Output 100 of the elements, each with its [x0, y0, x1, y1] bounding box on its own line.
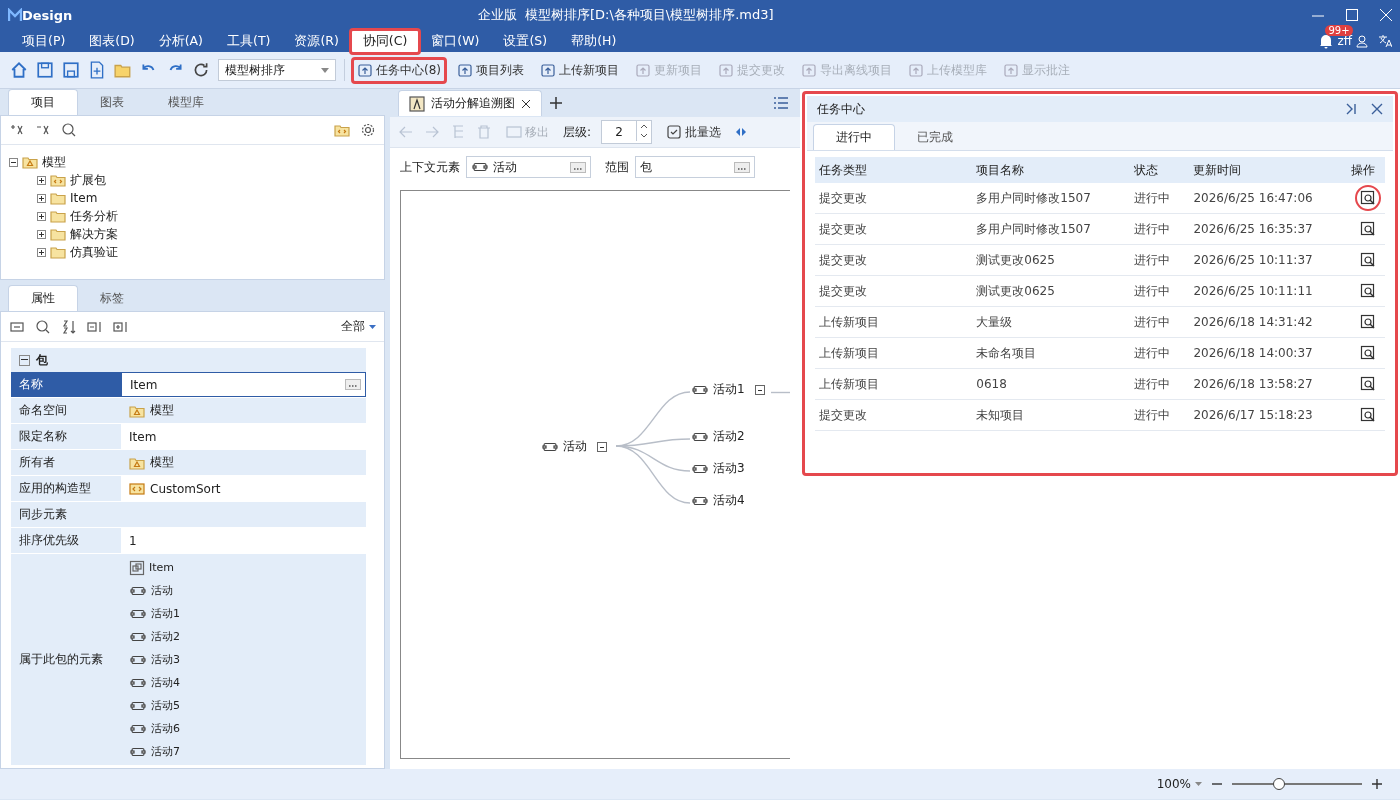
element-item[interactable]: Item: [129, 556, 180, 579]
table-cell: 大量级: [972, 306, 1130, 338]
table-cell: 提交更改: [815, 183, 973, 214]
menu-item[interactable]: 分析(A): [146, 29, 215, 53]
search-icon[interactable]: [61, 122, 77, 138]
pin-icon[interactable]: [1345, 103, 1357, 115]
menu-item[interactable]: 设置(S): [491, 29, 560, 53]
zoom-slider[interactable]: [1232, 777, 1362, 791]
zoom-dropdown[interactable]: 100%: [1156, 777, 1191, 791]
collapse-icon[interactable]: [19, 354, 30, 366]
name-field[interactable]: Item: [121, 372, 366, 397]
bell-icon[interactable]: [1319, 33, 1334, 49]
save-all-icon[interactable]: [62, 61, 80, 79]
refresh-icon[interactable]: [192, 61, 210, 79]
document-tab[interactable]: 活动分解追溯图: [398, 90, 542, 116]
level-label: 层级:: [563, 123, 592, 141]
translate-icon[interactable]: [1378, 34, 1392, 48]
context-field[interactable]: 活动: [466, 156, 591, 178]
panel-tab[interactable]: 模型库: [146, 90, 226, 115]
home-icon[interactable]: [10, 61, 28, 79]
activity-node[interactable]: 活动1: [691, 381, 765, 398]
tab[interactable]: 已完成: [895, 125, 975, 150]
panel-tab[interactable]: 图表: [78, 90, 146, 115]
close-icon[interactable]: [521, 98, 531, 109]
dropdown-caret-icon[interactable]: [321, 67, 329, 73]
scroll-arrows-icon[interactable]: [735, 127, 748, 137]
element-item[interactable]: 活动7: [129, 740, 180, 763]
activity-node[interactable]: 活动3: [691, 460, 745, 477]
project-dropdown[interactable]: 模型树排序: [218, 59, 336, 81]
group-header[interactable]: 包: [11, 348, 366, 372]
element-item[interactable]: 活动6: [129, 717, 180, 740]
add-tab-icon[interactable]: [550, 97, 562, 109]
panel-tab[interactable]: 属性: [8, 285, 78, 311]
folder-icon: [50, 190, 66, 206]
browse-button[interactable]: [345, 379, 361, 390]
new-file-icon[interactable]: [88, 61, 106, 79]
user-name[interactable]: zff: [1337, 34, 1352, 48]
batch-select-button[interactable]: 批量选: [662, 120, 726, 144]
property-name: 命名空间: [11, 398, 121, 423]
browse-button[interactable]: [570, 161, 586, 173]
tree-label: 任务分析: [70, 207, 118, 225]
maximize-icon[interactable]: [1346, 9, 1358, 21]
tree-item[interactable]: 解决方案: [37, 225, 376, 243]
menu-icon[interactable]: [774, 97, 788, 109]
level-spinner[interactable]: 2: [601, 120, 653, 144]
close-icon[interactable]: [1371, 103, 1383, 115]
panel-tab[interactable]: 项目: [8, 89, 78, 115]
element-item[interactable]: 活动2: [129, 625, 180, 648]
tree-item[interactable]: 扩展包: [37, 171, 376, 189]
element-item[interactable]: 活动3: [129, 648, 180, 671]
view-button[interactable]: [1355, 185, 1381, 211]
menu-item[interactable]: 协同(C): [350, 29, 420, 53]
save-icon[interactable]: [36, 61, 54, 79]
menu-item[interactable]: 工具(T): [215, 29, 283, 53]
menu-item[interactable]: 项目(P): [10, 29, 78, 53]
property-name: 限定名称: [11, 424, 121, 449]
expander-icon[interactable]: [37, 193, 46, 203]
tree-item[interactable]: 任务分析: [37, 207, 376, 225]
filter-dropdown[interactable]: 全部: [341, 318, 365, 335]
slider-thumb[interactable]: [1272, 778, 1285, 790]
tab[interactable]: 进行中: [813, 124, 895, 150]
toolbar-button[interactable]: 上传新项目: [536, 58, 623, 82]
panel-tab[interactable]: 标签: [78, 286, 146, 311]
dropdown-caret-icon[interactable]: [1195, 782, 1202, 786]
expander-icon[interactable]: [37, 211, 46, 221]
browse-button[interactable]: [734, 161, 750, 173]
element-item[interactable]: 活动4: [129, 671, 180, 694]
collapse-icon[interactable]: [597, 441, 607, 452]
expander-icon[interactable]: [37, 229, 46, 239]
menu-item[interactable]: 帮助(H): [559, 29, 629, 53]
tree-item[interactable]: 模型: [9, 153, 376, 171]
settings-icon[interactable]: [360, 122, 376, 138]
collapse-icon[interactable]: [754, 384, 765, 395]
sort-icon[interactable]: [61, 318, 77, 335]
profile-folder-icon: [334, 122, 350, 138]
menu-item[interactable]: 资源(R): [282, 29, 351, 53]
activity-node[interactable]: 活动2: [691, 428, 745, 445]
element-item[interactable]: 活动5: [129, 694, 180, 717]
toolbar-button[interactable]: 项目列表: [453, 58, 528, 82]
element-item[interactable]: 活动: [129, 579, 180, 602]
stereotype-icon: [129, 480, 145, 497]
activity-node[interactable]: 活动: [541, 438, 607, 455]
dropdown-caret-icon[interactable]: [369, 324, 376, 329]
tree-item[interactable]: 仿真验证: [37, 243, 376, 261]
menu-item[interactable]: 图表(D): [77, 29, 147, 53]
zoom-in-icon[interactable]: [1372, 779, 1382, 789]
menu-item[interactable]: 窗口(W): [419, 29, 492, 53]
search-icon[interactable]: [35, 318, 51, 335]
user-icon[interactable]: [1356, 34, 1368, 48]
column-header: 更新时间: [1189, 157, 1347, 183]
activity-node[interactable]: 活动4: [691, 492, 745, 509]
scope-field[interactable]: 包: [635, 156, 755, 178]
expander-icon[interactable]: [37, 247, 46, 257]
table-cell: 2026/6/25 16:35:37: [1189, 213, 1347, 245]
folder-icon: [50, 226, 66, 242]
element-item[interactable]: 活动1: [129, 602, 180, 625]
toolbar-button[interactable]: 任务中心(8): [353, 58, 445, 82]
expander-icon[interactable]: [9, 157, 18, 167]
tree-item[interactable]: Item: [37, 189, 376, 207]
expander-icon[interactable]: [37, 175, 46, 185]
